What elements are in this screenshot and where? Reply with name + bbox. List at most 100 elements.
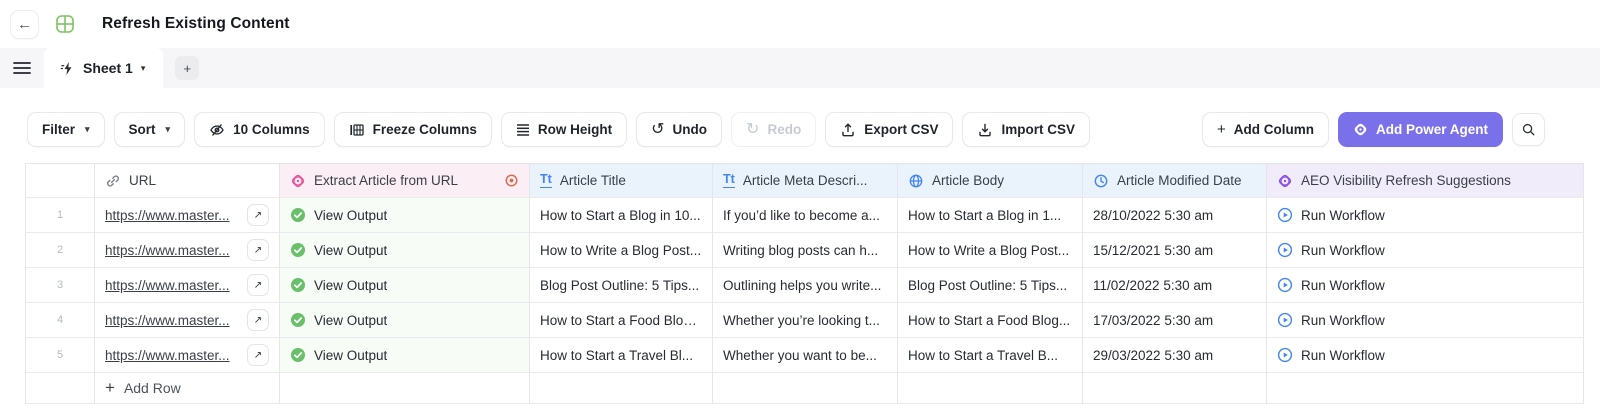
aeo-cell[interactable]: Run Workflow [1267, 303, 1584, 338]
run-workflow-link[interactable]: Run Workflow [1301, 313, 1385, 328]
open-link-button[interactable]: ↗ [247, 204, 269, 226]
article-title-cell[interactable]: How to Write a Blog Post... [530, 233, 713, 268]
extract-output-cell[interactable]: View Output [280, 198, 530, 233]
column-header-article-title[interactable]: Tt Article Title [530, 163, 713, 198]
record-target-icon[interactable] [504, 173, 519, 188]
add-column-button[interactable]: + Add Column [1201, 112, 1329, 147]
article-meta-cell[interactable]: Whether you want to be... [713, 338, 898, 373]
modified-date-cell[interactable]: 17/03/2022 5:30 am [1083, 303, 1267, 338]
article-title-cell[interactable]: How to Start a Blog in 10... [530, 198, 713, 233]
view-output-link[interactable]: View Output [314, 313, 387, 328]
row-height-button[interactable]: Row Height [500, 112, 628, 147]
url-cell[interactable]: https://www.master... ↗ [95, 233, 280, 268]
sort-button[interactable]: Sort ▾ [113, 112, 186, 147]
tab-sheet-1[interactable]: Sheet 1 ▾ [44, 48, 164, 88]
eye-off-icon [209, 122, 225, 138]
column-header-aeo-suggestions[interactable]: AEO Visibility Refresh Suggestions [1267, 163, 1584, 198]
modified-date-cell[interactable]: 11/02/2022 5:30 am [1083, 268, 1267, 303]
back-button[interactable]: ← [10, 9, 39, 39]
article-body-cell[interactable]: How to Start a Travel B... [898, 338, 1083, 373]
play-circle-icon[interactable] [1277, 347, 1293, 363]
view-output-link[interactable]: View Output [314, 243, 387, 258]
extract-output-cell[interactable]: View Output [280, 338, 530, 373]
add-sheet-button[interactable]: + [175, 56, 200, 80]
column-header-modified-date[interactable]: Article Modified Date [1083, 163, 1267, 198]
url-link[interactable]: https://www.master... [105, 278, 230, 293]
add-column-label: Add Column [1233, 122, 1314, 137]
article-body-cell[interactable]: Blog Post Outline: 5 Tips... [898, 268, 1083, 303]
article-title-cell[interactable]: How to Start a Travel Bl... [530, 338, 713, 373]
url-link[interactable]: https://www.master... [105, 313, 230, 328]
add-row-label: Add Row [123, 380, 181, 396]
menu-icon[interactable] [0, 48, 44, 88]
check-circle-icon [290, 207, 306, 223]
add-row-cell[interactable]: + Add Row [95, 373, 280, 404]
page-title: Refresh Existing Content [102, 15, 290, 32]
column-header-extract-article[interactable]: Extract Article from URL [280, 163, 530, 198]
play-circle-icon[interactable] [1277, 207, 1293, 223]
article-meta-cell[interactable]: Outlining helps you write... [713, 268, 898, 303]
url-cell[interactable]: https://www.master... ↗ [95, 303, 280, 338]
toolbar-right: + Add Column Add Power Agent [1201, 112, 1545, 147]
aeo-cell[interactable]: Run Workflow [1267, 338, 1584, 373]
view-output-link[interactable]: View Output [314, 208, 387, 223]
run-workflow-link[interactable]: Run Workflow [1301, 243, 1385, 258]
freeze-columns-button[interactable]: Freeze Columns [333, 112, 492, 147]
import-csv-button[interactable]: Import CSV [962, 112, 1090, 147]
play-circle-icon[interactable] [1277, 277, 1293, 293]
search-button[interactable] [1512, 113, 1545, 146]
run-workflow-link[interactable]: Run Workflow [1301, 208, 1385, 223]
article-body-cell[interactable]: How to Write a Blog Post... [898, 233, 1083, 268]
external-link-icon: ↗ [253, 314, 263, 326]
view-output-link[interactable]: View Output [314, 278, 387, 293]
aeo-cell[interactable]: Run Workflow [1267, 268, 1584, 303]
redo-button[interactable]: ↻ Redo [731, 112, 817, 147]
article-meta-cell[interactable]: If you’d like to become a... [713, 198, 898, 233]
article-title-cell[interactable]: Blog Post Outline: 5 Tips... [530, 268, 713, 303]
add-row-button[interactable]: + Add Row [105, 378, 181, 398]
extract-output-cell[interactable]: View Output [280, 268, 530, 303]
columns-button[interactable]: 10 Columns [194, 112, 325, 147]
column-header-url[interactable]: URL [95, 163, 280, 198]
url-cell[interactable]: https://www.master... ↗ [95, 198, 280, 233]
play-circle-icon[interactable] [1277, 312, 1293, 328]
run-workflow-link[interactable]: Run Workflow [1301, 278, 1385, 293]
modified-date-cell[interactable]: 28/10/2022 5:30 am [1083, 198, 1267, 233]
open-link-button[interactable]: ↗ [247, 309, 269, 331]
chevron-down-icon: ▾ [165, 124, 171, 134]
article-body-cell[interactable]: How to Start a Blog in 1... [898, 198, 1083, 233]
empty-cell [280, 373, 530, 404]
add-power-agent-button[interactable]: Add Power Agent [1337, 112, 1503, 147]
cell-text: How to Start a Blog in 10... [540, 207, 701, 223]
view-output-link[interactable]: View Output [314, 348, 387, 363]
filter-button[interactable]: Filter ▾ [27, 112, 105, 147]
url-cell[interactable]: https://www.master... ↗ [95, 338, 280, 373]
article-meta-cell[interactable]: Whether you’re looking t... [713, 303, 898, 338]
modified-date-cell[interactable]: 15/12/2021 5:30 am [1083, 233, 1267, 268]
link-icon [105, 173, 121, 189]
url-link[interactable]: https://www.master... [105, 243, 230, 258]
aeo-cell[interactable]: Run Workflow [1267, 233, 1584, 268]
open-link-button[interactable]: ↗ [247, 239, 269, 261]
article-meta-cell[interactable]: Writing blog posts can h... [713, 233, 898, 268]
column-header-article-body[interactable]: Article Body [898, 163, 1083, 198]
open-link-button[interactable]: ↗ [247, 274, 269, 296]
play-circle-icon[interactable] [1277, 242, 1293, 258]
toolbar: Filter ▾ Sort ▾ 10 Columns Freeze Column… [0, 112, 1600, 147]
cell-text: How to Start a Food Blog... [540, 312, 702, 328]
article-body-cell[interactable]: How to Start a Food Blog... [898, 303, 1083, 338]
run-workflow-link[interactable]: Run Workflow [1301, 348, 1385, 363]
url-cell[interactable]: https://www.master... ↗ [95, 268, 280, 303]
url-link[interactable]: https://www.master... [105, 348, 230, 363]
row-number-cell: 5 [25, 338, 95, 373]
extract-output-cell[interactable]: View Output [280, 233, 530, 268]
export-csv-button[interactable]: Export CSV [825, 112, 954, 147]
extract-output-cell[interactable]: View Output [280, 303, 530, 338]
open-link-button[interactable]: ↗ [247, 344, 269, 366]
undo-button[interactable]: ↺ Undo [636, 112, 723, 147]
modified-date-cell[interactable]: 29/03/2022 5:30 am [1083, 338, 1267, 373]
article-title-cell[interactable]: How to Start a Food Blog... [530, 303, 713, 338]
aeo-cell[interactable]: Run Workflow [1267, 198, 1584, 233]
url-link[interactable]: https://www.master... [105, 208, 230, 223]
column-header-article-meta[interactable]: Tt Article Meta Descri... [713, 163, 898, 198]
